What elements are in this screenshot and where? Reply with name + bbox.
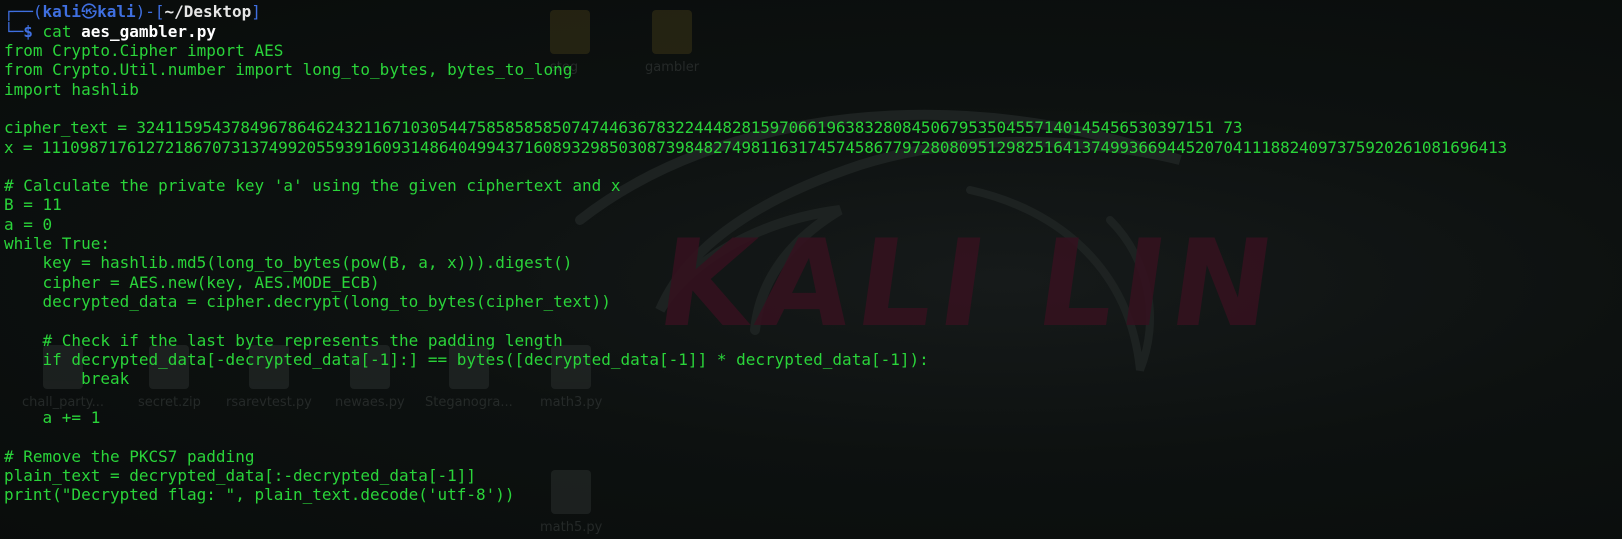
code-line: cipher_text = 32411595437849678646243211… bbox=[4, 118, 1243, 137]
desktop-icon-math5: math5.py bbox=[540, 470, 602, 535]
code-line: # Check if the last byte represents the … bbox=[4, 331, 563, 350]
code-line: a += 1 bbox=[4, 408, 101, 427]
command-name: cat bbox=[42, 22, 72, 41]
desktop-icon-label: newaes.py bbox=[335, 395, 405, 410]
prompt-command-line: └─$ cat aes_gambler.py bbox=[4, 22, 216, 42]
prompt-host: kali bbox=[97, 2, 136, 21]
desktop-icon-gambler: gambler bbox=[645, 10, 699, 75]
code-line: key = hashlib.md5(long_to_bytes(pow(B, a… bbox=[4, 253, 573, 272]
python-file-icon bbox=[551, 470, 592, 514]
code-line: plain_text = decrypted_data[:-decrypted_… bbox=[4, 466, 477, 485]
code-line: x = 111098717612721867073137499205593916… bbox=[4, 138, 1507, 157]
desktop-icon-label: secret.zip bbox=[138, 395, 201, 410]
desktop-icon-label: rsarevtest.py bbox=[226, 395, 312, 410]
code-line: break bbox=[4, 369, 130, 388]
prompt-dir-open: )-[ bbox=[135, 2, 165, 21]
code-line: cipher = AES.new(key, AES.MODE_ECB) bbox=[4, 273, 380, 292]
prompt-frame-top: ┌──( bbox=[4, 2, 43, 21]
code-line: if decrypted_data[-decrypted_data[-1]:] … bbox=[4, 350, 929, 369]
code-line: from Crypto.Util.number import long_to_b… bbox=[4, 60, 573, 79]
desktop-icon-label: math5.py bbox=[540, 520, 603, 535]
code-line: B = 11 bbox=[4, 195, 62, 214]
command-argument: aes_gambler.py bbox=[81, 22, 216, 41]
code-line: from Crypto.Cipher import AES bbox=[4, 41, 284, 60]
code-line: while True: bbox=[4, 234, 110, 253]
prompt-directory: ~/Desktop bbox=[164, 2, 252, 21]
prompt-dir-close: ] bbox=[251, 2, 261, 21]
code-line: # Remove the PKCS7 padding bbox=[4, 447, 255, 466]
prompt-dollar: $ bbox=[23, 22, 33, 41]
folder-icon bbox=[652, 10, 693, 54]
prompt-frame-bottom: └─ bbox=[4, 22, 24, 41]
folder-icon bbox=[550, 10, 590, 54]
code-line: import hashlib bbox=[4, 80, 139, 99]
code-line: print("Decrypted flag: ", plain_text.dec… bbox=[4, 485, 515, 504]
code-line: # Calculate the private key 'a' using th… bbox=[4, 176, 621, 195]
desktop-icon-label: Steganogra... bbox=[425, 395, 513, 410]
terminal-window[interactable]: steg gambler chall_party... secret.zip r… bbox=[0, 0, 1622, 539]
code-line: a = 0 bbox=[4, 215, 53, 234]
code-line: decrypted_data = cipher.decrypt(long_to_… bbox=[4, 292, 611, 311]
watermark-wordmark: KALI LINUX bbox=[650, 215, 1280, 354]
skull-icon: ㉿ bbox=[81, 2, 98, 21]
prompt-user: kali bbox=[42, 2, 82, 21]
prompt-header: ┌──(kali㉿kali)-[~/Desktop] bbox=[4, 2, 261, 22]
